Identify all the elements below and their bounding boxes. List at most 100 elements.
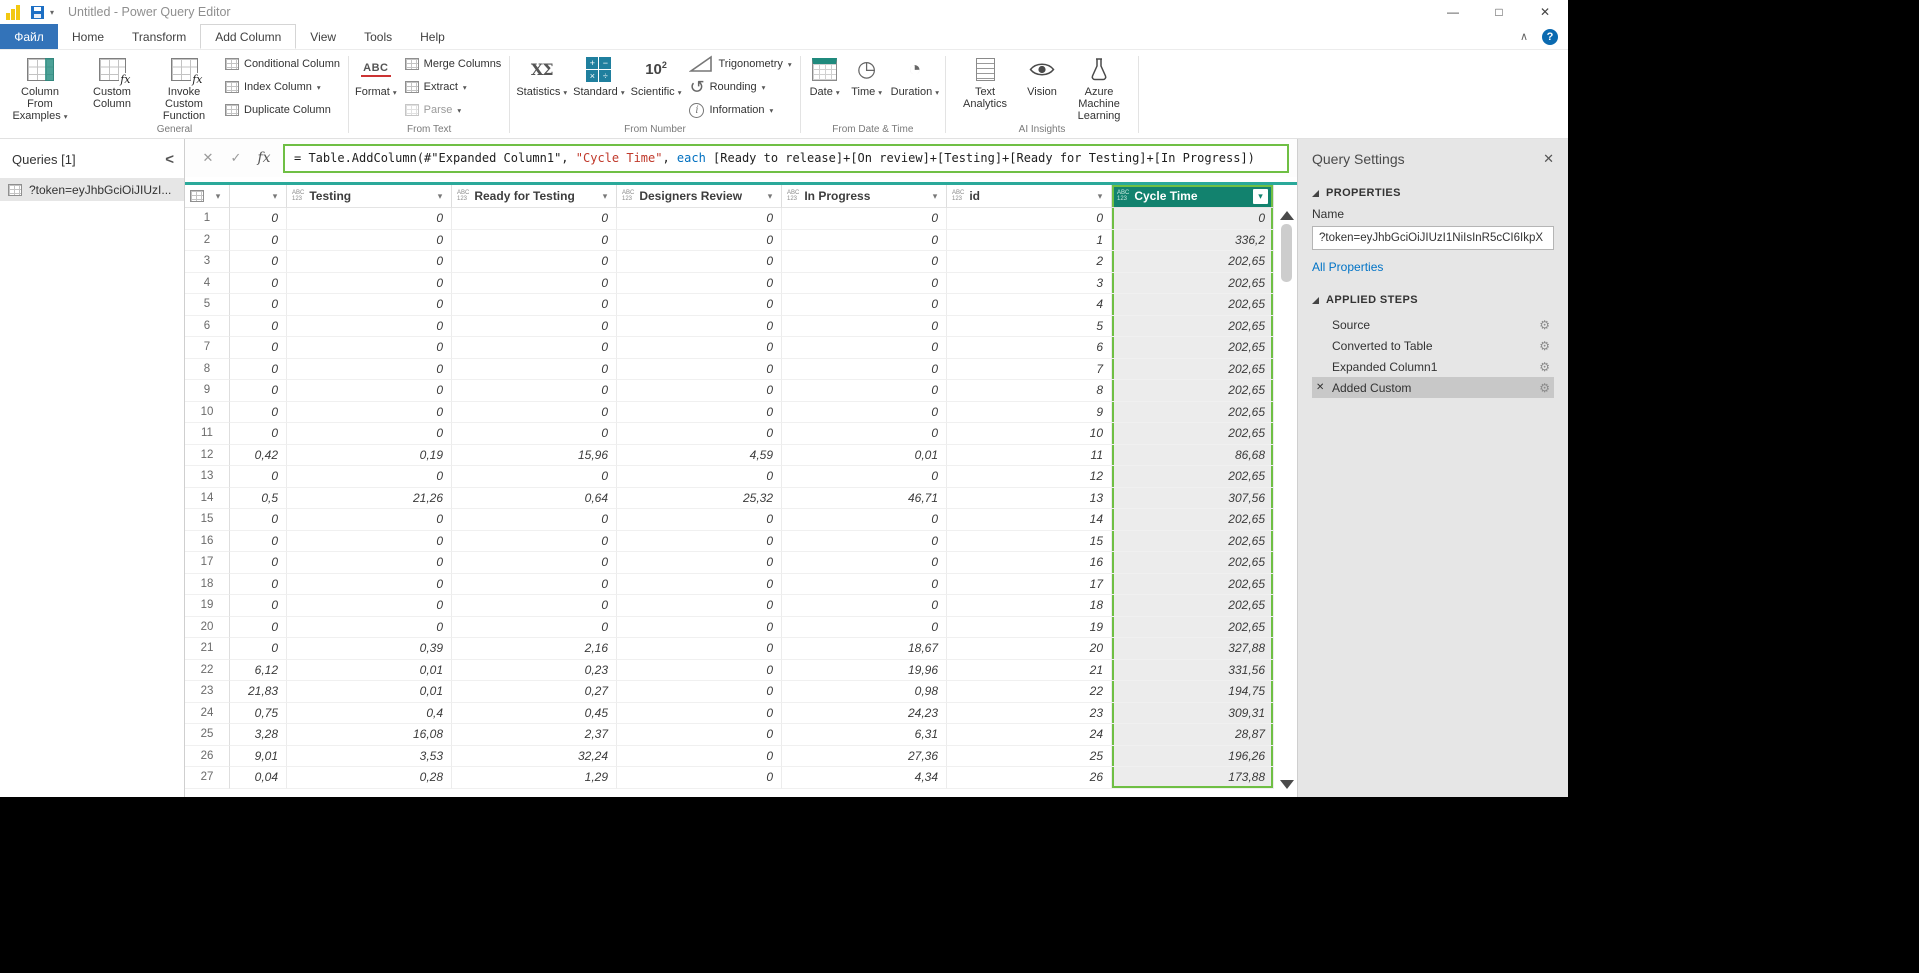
- table-cell[interactable]: 0: [782, 380, 947, 402]
- format-button[interactable]: ABCFormat ▾: [352, 51, 400, 123]
- date-button[interactable]: Date ▾: [804, 51, 846, 123]
- table-cell[interactable]: 0: [452, 552, 617, 574]
- table-cell[interactable]: 309,31: [1112, 703, 1274, 725]
- table-cell[interactable]: 0: [452, 402, 617, 424]
- table-cell[interactable]: 28,87: [1112, 724, 1274, 746]
- parse-button[interactable]: Parse▾: [400, 101, 507, 119]
- table-cell[interactable]: 0: [230, 574, 287, 596]
- tab-файл[interactable]: Файл: [0, 24, 58, 49]
- row-number[interactable]: 16: [185, 531, 230, 553]
- query-name-input[interactable]: [1312, 226, 1554, 250]
- row-number[interactable]: 22: [185, 660, 230, 682]
- table-cell[interactable]: 32,24: [452, 746, 617, 768]
- table-cell[interactable]: 336,2: [1112, 230, 1274, 252]
- table-cell[interactable]: 0: [782, 509, 947, 531]
- row-number[interactable]: 20: [185, 617, 230, 639]
- table-cell[interactable]: 0: [230, 294, 287, 316]
- table-cell[interactable]: 8: [947, 380, 1112, 402]
- duplicate-column-button[interactable]: Duplicate Column: [220, 101, 345, 119]
- table-cell[interactable]: 4: [947, 294, 1112, 316]
- table-cell[interactable]: 0: [617, 552, 782, 574]
- table-cell[interactable]: 196,26: [1112, 746, 1274, 768]
- scrollbar-thumb[interactable]: [1281, 224, 1292, 282]
- table-cell[interactable]: 0,19: [287, 445, 452, 467]
- filter-dropdown-icon[interactable]: ▾: [432, 188, 448, 204]
- table-cell[interactable]: 0: [287, 359, 452, 381]
- table-cell[interactable]: 0: [452, 294, 617, 316]
- table-cell[interactable]: 0: [782, 208, 947, 230]
- row-number[interactable]: 19: [185, 595, 230, 617]
- table-cell[interactable]: 10: [947, 423, 1112, 445]
- table-cell[interactable]: 0: [947, 208, 1112, 230]
- table-cell[interactable]: 0: [287, 595, 452, 617]
- table-cell[interactable]: 0: [230, 466, 287, 488]
- table-cell[interactable]: 0: [287, 574, 452, 596]
- commit-formula-icon[interactable]: ✓: [227, 150, 245, 166]
- table-cell[interactable]: 0: [287, 552, 452, 574]
- table-menu-dropdown-icon[interactable]: ▾: [210, 188, 226, 204]
- table-cell[interactable]: 4,59: [617, 445, 782, 467]
- tab-transform[interactable]: Transform: [118, 24, 200, 49]
- table-cell[interactable]: 0: [287, 273, 452, 295]
- table-cell[interactable]: 0: [287, 617, 452, 639]
- table-cell[interactable]: 0: [617, 466, 782, 488]
- table-cell[interactable]: 1,29: [452, 767, 617, 789]
- table-cell[interactable]: 22: [947, 681, 1112, 703]
- scroll-down-arrow-icon[interactable]: [1280, 780, 1294, 789]
- column-header-designers-review[interactable]: ABC123Designers Review▾: [617, 185, 782, 208]
- table-cell[interactable]: 0: [782, 617, 947, 639]
- table-cell[interactable]: 0: [230, 402, 287, 424]
- merge-columns-button[interactable]: Merge Columns: [400, 55, 507, 73]
- table-cell[interactable]: 0: [782, 273, 947, 295]
- table-cell[interactable]: 0: [617, 402, 782, 424]
- table-cell[interactable]: 0: [287, 380, 452, 402]
- table-cell[interactable]: 16,08: [287, 724, 452, 746]
- table-cell[interactable]: 202,65: [1112, 273, 1274, 295]
- duration-button[interactable]: ◔Duration ▾: [888, 51, 942, 123]
- table-cell[interactable]: 0: [617, 767, 782, 789]
- column-header-ready-for-testing[interactable]: ABC123Ready for Testing▾: [452, 185, 617, 208]
- trigonometry-button[interactable]: Trigonometry▾: [684, 55, 796, 73]
- table-cell[interactable]: 0,01: [287, 681, 452, 703]
- table-cell[interactable]: 25,32: [617, 488, 782, 510]
- table-cell[interactable]: 6,12: [230, 660, 287, 682]
- table-cell[interactable]: 202,65: [1112, 359, 1274, 381]
- collapse-pane-icon[interactable]: <: [165, 151, 174, 168]
- table-cell[interactable]: 0: [452, 337, 617, 359]
- step-settings-gear-icon[interactable]: ⚙: [1539, 360, 1550, 374]
- table-cell[interactable]: 202,65: [1112, 574, 1274, 596]
- table-cell[interactable]: 0: [617, 337, 782, 359]
- table-cell[interactable]: 202,65: [1112, 316, 1274, 338]
- column-header-partial[interactable]: ▾: [230, 185, 287, 208]
- table-cell[interactable]: 0: [617, 574, 782, 596]
- table-cell[interactable]: 2,37: [452, 724, 617, 746]
- table-cell[interactable]: 1: [947, 230, 1112, 252]
- table-cell[interactable]: 0: [782, 574, 947, 596]
- filter-dropdown-icon[interactable]: ▾: [1092, 188, 1108, 204]
- table-cell[interactable]: 0: [452, 595, 617, 617]
- table-cell[interactable]: 2,16: [452, 638, 617, 660]
- table-cell[interactable]: 202,65: [1112, 466, 1274, 488]
- table-cell[interactable]: 24,23: [782, 703, 947, 725]
- table-cell[interactable]: 0: [452, 208, 617, 230]
- table-cell[interactable]: 46,71: [782, 488, 947, 510]
- table-cell[interactable]: 0,23: [452, 660, 617, 682]
- table-cell[interactable]: 0: [287, 402, 452, 424]
- row-number[interactable]: 10: [185, 402, 230, 424]
- table-cell[interactable]: 0,45: [452, 703, 617, 725]
- all-properties-link[interactable]: All Properties: [1312, 260, 1554, 274]
- table-cell[interactable]: 0,01: [287, 660, 452, 682]
- applied-step-source[interactable]: Source⚙: [1312, 314, 1554, 335]
- table-cell[interactable]: 0: [287, 423, 452, 445]
- filter-dropdown-icon[interactable]: ▾: [597, 188, 613, 204]
- table-cell[interactable]: 0: [452, 273, 617, 295]
- table-cell[interactable]: 0: [287, 531, 452, 553]
- table-cell[interactable]: 23: [947, 703, 1112, 725]
- column-header-testing[interactable]: ABC123Testing▾: [287, 185, 452, 208]
- table-cell[interactable]: 0: [617, 208, 782, 230]
- table-cell[interactable]: 0,75: [230, 703, 287, 725]
- row-number[interactable]: 23: [185, 681, 230, 703]
- table-cell[interactable]: 18: [947, 595, 1112, 617]
- filter-dropdown-icon[interactable]: ▾: [267, 188, 283, 204]
- formula-input[interactable]: = Table.AddColumn(#"Expanded Column1", "…: [283, 144, 1289, 173]
